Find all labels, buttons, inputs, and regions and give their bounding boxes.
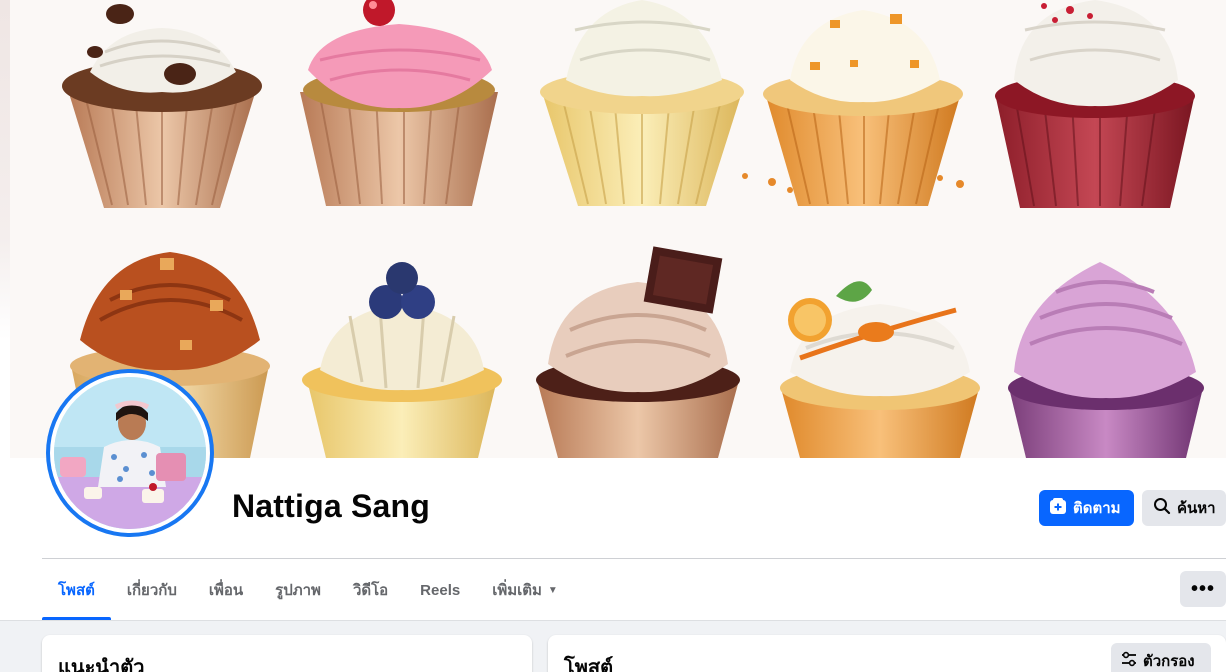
cupcake-orange [780,281,980,458]
cupcake-chocolate [536,246,740,458]
cupcake-vanilla [540,0,744,206]
cupcake-crumble [742,10,964,206]
cupcake-red-velvet [995,0,1195,208]
intro-card: แนะนำตัว [42,635,532,672]
tab-friends[interactable]: เพื่อน [193,562,259,618]
search-icon [1153,497,1171,519]
tab-posts[interactable]: โพสต์ [42,562,111,620]
cover-photo[interactable] [10,0,1226,458]
filter-sliders-icon [1121,651,1137,671]
cupcake-cherry [300,0,498,206]
follow-plus-icon [1049,497,1067,519]
profile-avatar[interactable] [46,369,214,537]
follow-label: ติดตาม [1073,500,1121,517]
intro-title: แนะนำตัว [58,657,145,672]
search-button[interactable]: ค้นหา [1142,490,1226,526]
search-label: ค้นหา [1177,500,1216,517]
cupcake-lavender [1008,262,1204,458]
posts-card: โพสต์ ตัวกรอง [548,635,1226,672]
cupcake-blueberry [302,262,502,458]
cupcake-coffee [62,4,262,208]
tab-about[interactable]: เกี่ยวกับ [111,562,193,618]
tab-reels[interactable]: Reels [404,562,476,618]
left-gutter [0,0,10,340]
header-divider [42,558,1226,559]
ellipsis-icon: ••• [1190,577,1215,600]
filter-button[interactable]: ตัวกรอง [1111,643,1211,672]
tab-more[interactable]: เพิ่มเติม ▼ [476,562,574,618]
profile-name: Nattiga Sang [232,488,430,524]
tab-videos[interactable]: วิดีโอ [337,562,404,618]
filter-label: ตัวกรอง [1143,653,1195,670]
caret-down-icon: ▼ [547,584,558,596]
more-options-button[interactable]: ••• [1180,571,1226,607]
tab-photos[interactable]: รูปภาพ [259,562,337,618]
follow-button[interactable]: ติดตาม [1039,490,1134,526]
posts-title: โพสต์ [564,657,614,672]
profile-tabs: โพสต์ เกี่ยวกับ เพื่อน รูปภาพ วิดีโอ Ree… [42,562,574,620]
